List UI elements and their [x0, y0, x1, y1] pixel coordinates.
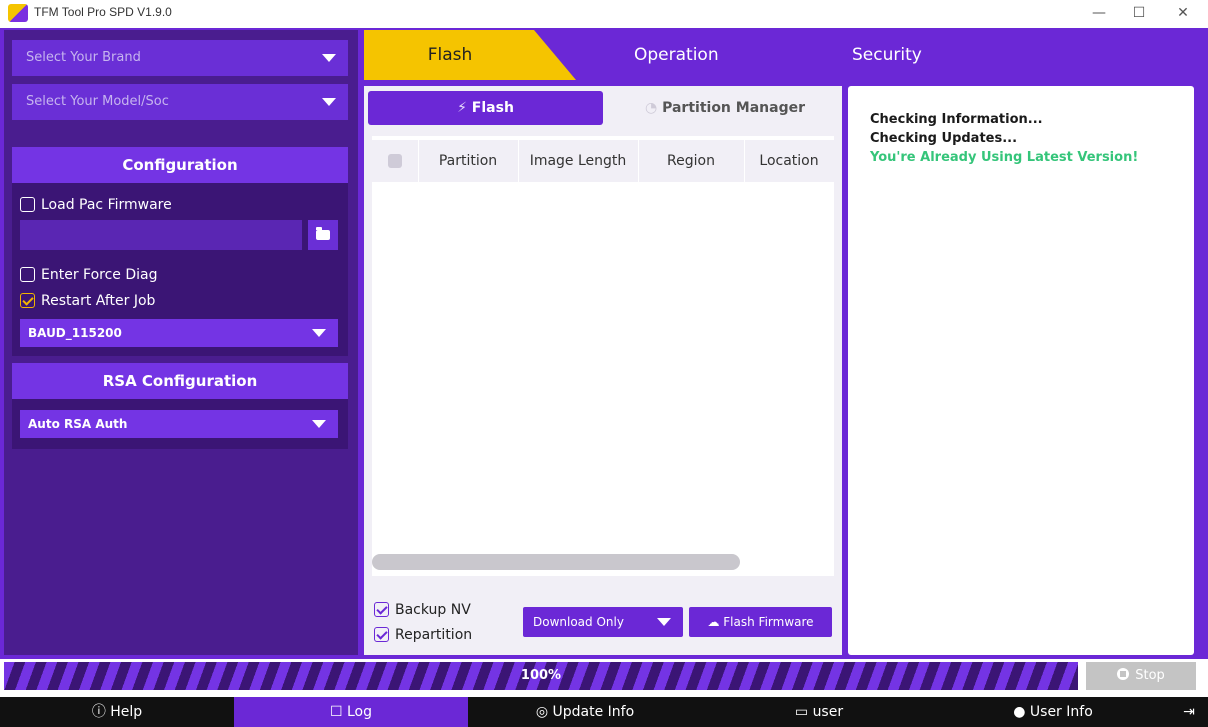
log-label: Log — [347, 704, 373, 720]
rsa-configuration-header: RSA Configuration — [12, 363, 348, 399]
status-bar: ⓘ Help ☐ Log ◎ Update Info ▭ user ● User… — [0, 697, 1208, 727]
partition-table-header: Partition Image Length Region Location — [372, 140, 834, 182]
load-pac-checkbox[interactable]: Load Pac Firmware — [20, 195, 172, 215]
column-header-region[interactable]: Region — [638, 140, 744, 182]
flash-icon: ⚡ — [457, 100, 467, 116]
firmware-path-field[interactable] — [20, 220, 302, 250]
subtab-flash[interactable]: ⚡ Flash — [368, 91, 603, 125]
cloud-lightning-icon: ☁ — [707, 615, 720, 629]
log-line: Checking Information... — [870, 112, 1043, 127]
backup-nv-label: Backup NV — [395, 602, 471, 618]
checkbox-checked-icon — [20, 293, 35, 308]
chevron-down-icon — [657, 618, 671, 626]
help-button[interactable]: ⓘ Help — [0, 697, 234, 727]
stop-label: Stop — [1135, 668, 1165, 683]
chevron-down-icon — [312, 420, 326, 428]
column-header-partition[interactable]: Partition — [418, 140, 518, 182]
monitor-icon: ▭ — [794, 704, 809, 720]
chevron-down-icon — [322, 98, 336, 106]
log-line: Checking Updates... — [870, 131, 1018, 146]
enter-force-diag-label: Enter Force Diag — [41, 267, 158, 283]
tab-security[interactable]: Security — [852, 30, 922, 80]
logout-icon: ⇥ — [1183, 704, 1195, 720]
subtab-partition-manager[interactable]: ◔ Partition Manager — [610, 91, 840, 125]
pie-chart-icon: ◔ — [645, 100, 658, 116]
column-header-image-length[interactable]: Image Length — [518, 140, 638, 182]
log-line-success: You're Already Using Latest Version! — [870, 150, 1139, 165]
user-info-button[interactable]: ● User Info — [936, 697, 1170, 727]
close-button[interactable]: ✕ — [1166, 2, 1200, 24]
rsa-mode-label: Auto RSA Auth — [28, 417, 128, 431]
repartition-checkbox[interactable]: Repartition — [374, 625, 472, 645]
model-select-label: Select Your Model/Soc — [26, 94, 169, 109]
checkbox-checked-icon — [374, 627, 389, 642]
tab-operation[interactable]: Operation — [634, 30, 719, 80]
baud-rate-label: BAUD_115200 — [28, 326, 122, 340]
checkbox-icon — [20, 267, 35, 282]
user-info-label: User Info — [1029, 704, 1093, 720]
flash-firmware-button[interactable]: ☁ Flash Firmware — [689, 607, 832, 637]
checkbox-icon — [20, 197, 35, 212]
minimize-button[interactable]: — — [1082, 2, 1116, 24]
chevron-down-icon — [312, 329, 326, 337]
help-label: Help — [110, 704, 143, 720]
help-icon: ⓘ — [91, 704, 106, 720]
user-icon: ● — [1013, 704, 1026, 720]
brand-select[interactable]: Select Your Brand — [12, 40, 348, 76]
log-icon: ☐ — [329, 704, 343, 720]
chevron-down-icon — [322, 54, 336, 62]
model-select[interactable]: Select Your Model/Soc — [12, 84, 348, 120]
update-info-label: Update Info — [552, 704, 635, 720]
rsa-mode-select[interactable]: Auto RSA Auth — [20, 410, 338, 438]
configuration-header: Configuration — [12, 147, 348, 183]
maximize-button[interactable]: ☐ — [1122, 2, 1156, 24]
subtab-flash-label: Flash — [471, 100, 514, 116]
partition-table — [372, 136, 834, 576]
horizontal-scrollbar[interactable] — [372, 554, 740, 570]
user-button[interactable]: ▭ user — [702, 697, 936, 727]
flash-mode-label: Download Only — [533, 615, 624, 629]
baud-rate-select[interactable]: BAUD_115200 — [20, 319, 338, 347]
load-pac-label: Load Pac Firmware — [41, 197, 172, 213]
log-button[interactable]: ☐ Log — [234, 697, 468, 727]
enter-force-diag-checkbox[interactable]: Enter Force Diag — [20, 265, 158, 285]
subtab-partition-manager-label: Partition Manager — [662, 100, 805, 116]
log-panel — [848, 86, 1194, 655]
window-title: TFM Tool Pro SPD V1.9.0 — [34, 5, 172, 19]
logout-button[interactable]: ⇥ — [1170, 697, 1208, 727]
progress-label: 100% — [520, 668, 562, 683]
repartition-label: Repartition — [395, 627, 473, 643]
update-icon: ◎ — [535, 704, 549, 720]
folder-icon — [316, 227, 330, 240]
select-all-checkbox[interactable] — [388, 154, 402, 168]
column-header-location[interactable]: Location — [744, 140, 834, 182]
checkbox-checked-icon — [374, 602, 389, 617]
restart-after-job-checkbox[interactable]: Restart After Job — [20, 291, 155, 311]
flash-firmware-label: Flash Firmware — [723, 615, 814, 629]
title-bar: TFM Tool Pro SPD V1.9.0 — ☐ ✕ — [0, 0, 1208, 28]
stop-button[interactable]: Stop — [1086, 662, 1196, 690]
browse-folder-button[interactable] — [308, 220, 338, 250]
app-logo-icon — [8, 4, 28, 22]
stop-icon — [1117, 668, 1130, 680]
progress-bar: 100% — [4, 662, 1078, 690]
restart-after-job-label: Restart After Job — [41, 293, 156, 309]
update-info-button[interactable]: ◎ Update Info — [468, 697, 702, 727]
user-label: user — [812, 704, 844, 720]
flash-mode-select[interactable]: Download Only — [523, 607, 683, 637]
backup-nv-checkbox[interactable]: Backup NV — [374, 600, 471, 620]
brand-select-label: Select Your Brand — [26, 50, 141, 65]
